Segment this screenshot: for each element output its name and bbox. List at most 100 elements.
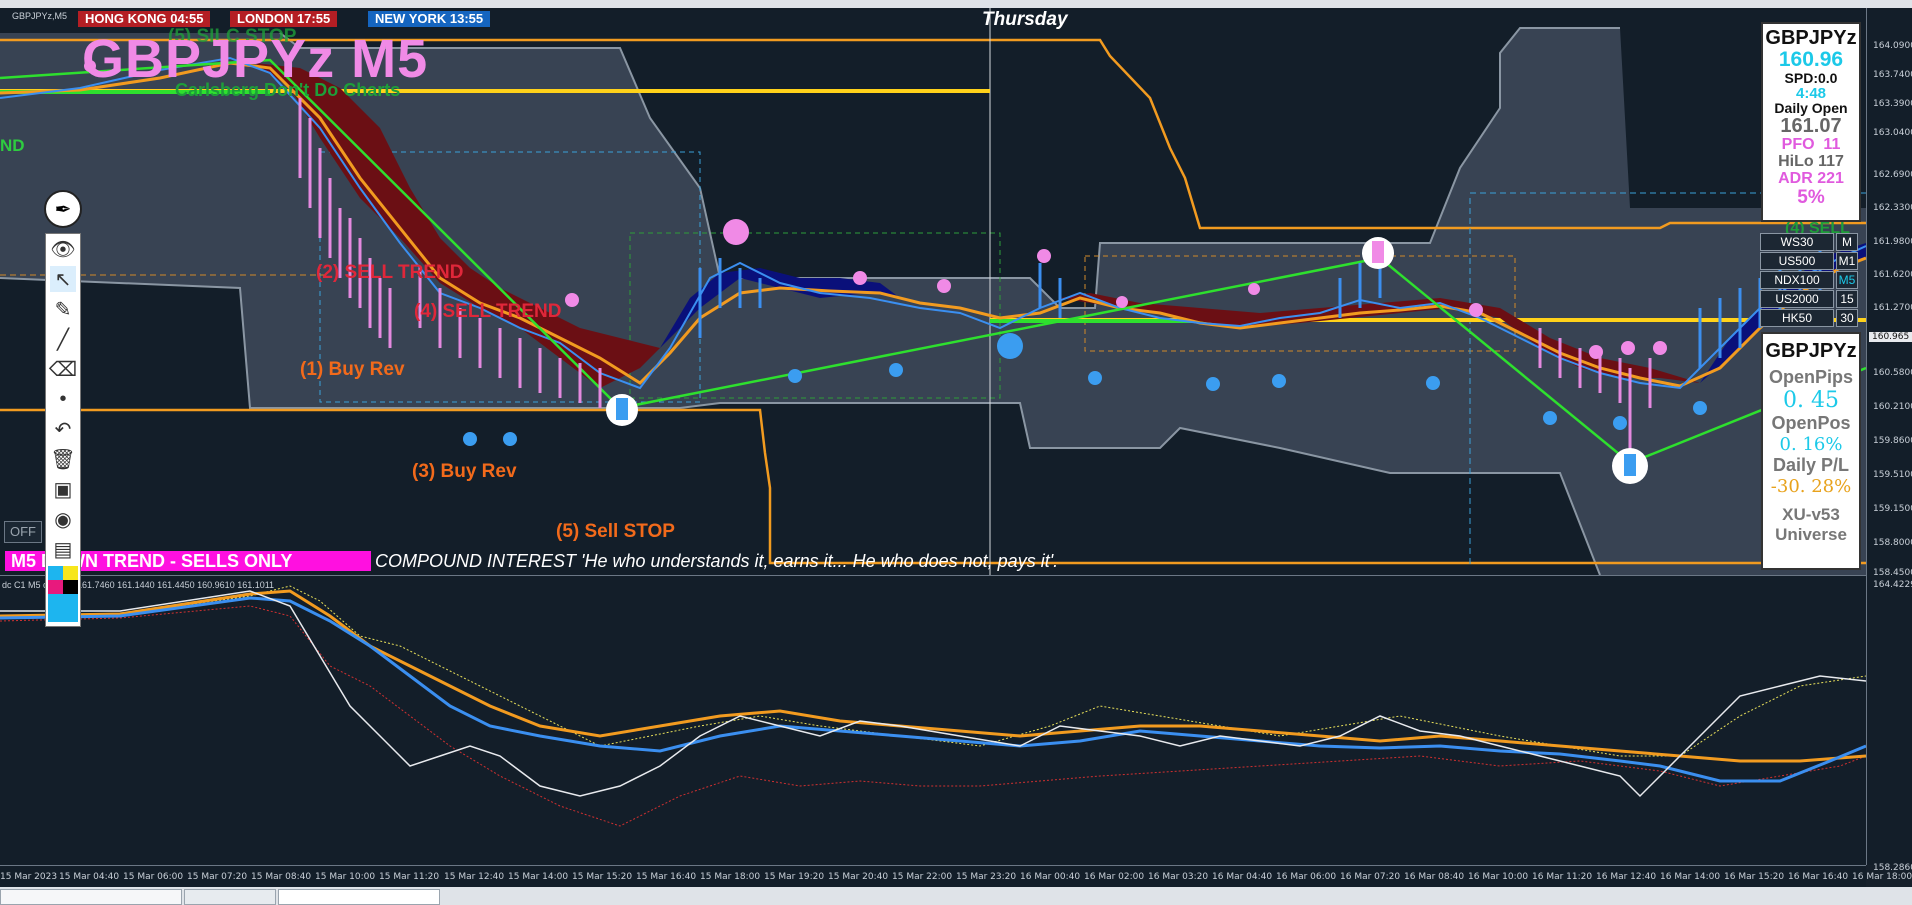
compound-interest-text: COMPOUND INTEREST 'He who understands it… <box>375 551 1059 571</box>
index-ndx100[interactable]: NDX100 <box>1760 271 1834 289</box>
price-tick: 158.8000 <box>1873 538 1912 548</box>
indicator-upper-dotted <box>0 585 1866 757</box>
timeframe-m1[interactable]: M1 <box>1836 252 1858 270</box>
pl-open-pips-label: OpenPips <box>1768 367 1853 387</box>
price-tick: 160.5800 <box>1873 368 1912 378</box>
session-new-york: NEW YORK 13:55 <box>368 11 491 27</box>
time-tick: 15 Mar 18:00 <box>700 872 761 882</box>
info-hilo-value: 117 <box>1818 152 1844 170</box>
session-london: LONDON 17:55 <box>230 11 338 27</box>
indicator-orange-line <box>0 589 1866 763</box>
index-us2000[interactable]: US2000 <box>1760 290 1834 308</box>
chart-tab[interactable] <box>184 889 276 905</box>
price-tick: 158.4500 <box>1873 568 1912 578</box>
time-tick: 15 Mar 06:00 <box>123 872 184 882</box>
time-tick: 16 Mar 15:20 <box>1724 872 1785 882</box>
time-tick: 16 Mar 00:40 <box>1020 872 1081 882</box>
current-price-tag: 160.965 <box>1869 332 1912 342</box>
pivot-marker-low-1 <box>606 394 638 426</box>
info-pfo-value: 11 <box>1823 136 1841 154</box>
index-ws30[interactable]: WS30 <box>1760 233 1834 251</box>
indicator-lower-dotted <box>0 605 1866 827</box>
price-tick: 159.8600 <box>1873 436 1912 446</box>
pl-open-pos-value: 0. 16% <box>1779 434 1843 455</box>
eye-tool[interactable]: 👁 <box>50 236 76 262</box>
swatch-yellow[interactable] <box>63 566 78 580</box>
swatch-blue-large[interactable] <box>48 594 78 622</box>
trash-icon: 🗑 <box>50 448 76 471</box>
indicator-canvas <box>0 585 1866 827</box>
timeframe-30[interactable]: 30 <box>1836 309 1858 327</box>
clipboard-icon: ▤ <box>53 538 73 561</box>
info-pfo-row: PFO 11 <box>1763 136 1859 154</box>
info-symbol: GBPJPYz <box>1765 27 1857 49</box>
pen-tool-button[interactable]: ✒ <box>44 190 82 228</box>
info-percent: 5% <box>1797 186 1825 208</box>
chart-tab[interactable] <box>0 889 182 905</box>
swatch-black[interactable] <box>63 580 78 594</box>
time-tick: 16 Mar 04:40 <box>1212 872 1273 882</box>
eraser-tool[interactable]: ⌫ <box>48 356 78 382</box>
day-label: Thursday <box>982 9 1068 30</box>
indicator-pane[interactable]: dc C1 M5 channel 161.7460 161.1440 161.4… <box>0 576 1866 865</box>
info-adr-value: 221 <box>1817 169 1844 187</box>
undo-tool[interactable]: ↶ <box>50 416 76 442</box>
time-tick: 15 Mar 12:40 <box>444 872 505 882</box>
camera-tool[interactable]: ◉ <box>50 506 76 532</box>
timeframe-15[interactable]: 15 <box>1836 290 1858 308</box>
time-tick: 16 Mar 14:00 <box>1660 872 1721 882</box>
price-chart[interactable]: GBPJPYz,M5 HONG KONG 04:55 LONDON 17:55 … <box>0 8 1866 575</box>
dot-tool[interactable]: • <box>50 386 76 412</box>
cursor-tool[interactable]: ↖ <box>50 266 76 292</box>
eraser-icon: ⌫ <box>48 358 78 381</box>
time-scale[interactable]: 15 Mar 2023 15 Mar 04:40 15 Mar 06:00 15… <box>0 865 1912 888</box>
pl-open-pos-label: OpenPos <box>1771 413 1851 433</box>
delete-tool[interactable]: 🗑 <box>50 446 76 472</box>
timeframe-m5[interactable]: M5 <box>1836 271 1858 289</box>
index-hk50[interactable]: HK50 <box>1760 309 1834 327</box>
highlighter-icon: ✎ <box>54 298 72 321</box>
pl-version: XU-v53 <box>1782 505 1840 524</box>
timeframe-m[interactable]: M <box>1836 233 1858 251</box>
time-tick: 15 Mar 14:00 <box>508 872 569 882</box>
info-pfo-label: PFO <box>1781 136 1815 154</box>
info-daily-open-value: 161.07 <box>1780 115 1842 138</box>
annotation-sell-trend-2: (2) SELL TREND <box>316 262 464 283</box>
time-tick: 15 Mar 20:40 <box>828 872 889 882</box>
off-toggle-button[interactable]: OFF <box>4 521 42 543</box>
time-tick: 15 Mar 2023 <box>0 872 58 882</box>
chart-tab-active[interactable] <box>278 889 440 905</box>
time-tick: 16 Mar 06:00 <box>1276 872 1337 882</box>
price-tick: 159.5100 <box>1873 470 1912 480</box>
price-tick: 163.3900 <box>1873 99 1912 109</box>
time-tick: 16 Mar 07:20 <box>1340 872 1401 882</box>
price-scale[interactable]: 164.0900 163.7400 163.3900 163.0400 162.… <box>1866 8 1912 873</box>
info-hilo-label: HiLo <box>1778 152 1814 170</box>
swatch-cyan[interactable] <box>48 566 63 580</box>
indicator-white-line <box>0 590 1866 798</box>
time-tick: 15 Mar 10:00 <box>315 872 376 882</box>
tram-tool[interactable]: ▣ <box>50 476 76 502</box>
index-us500[interactable]: US500 <box>1760 252 1834 270</box>
swatch-magenta[interactable] <box>48 580 63 594</box>
left-edge-text: ND <box>0 136 25 155</box>
info-adr-label: ADR <box>1778 169 1813 187</box>
pivot-marker-low-2 <box>1612 448 1648 484</box>
annotation-sell-stop-5: (5) Sell STOP <box>556 521 675 542</box>
pivot-marker-high <box>1362 237 1394 269</box>
line-tool[interactable]: ╱ <box>50 326 76 352</box>
chart-tab-bar <box>0 887 1912 905</box>
pen-icon: ✒ <box>54 198 72 221</box>
clipboard-tool[interactable]: ▤ <box>50 536 76 562</box>
eye-icon: 👁 <box>50 238 76 261</box>
color-swatch-grid[interactable] <box>48 566 78 622</box>
price-tick: 164.0900 <box>1873 41 1912 51</box>
time-tick: 16 Mar 12:40 <box>1596 872 1657 882</box>
info-spread: SPD:0.0 <box>1784 70 1838 87</box>
line-icon: ╱ <box>56 328 70 351</box>
chart-subtitle: Carlsberg Don't Do Charts <box>175 80 401 100</box>
camera-icon: ◉ <box>54 508 72 531</box>
pl-symbol: GBPJPYz <box>1765 340 1857 362</box>
time-tick: 16 Mar 08:40 <box>1404 872 1465 882</box>
highlighter-tool[interactable]: ✎ <box>50 296 76 322</box>
